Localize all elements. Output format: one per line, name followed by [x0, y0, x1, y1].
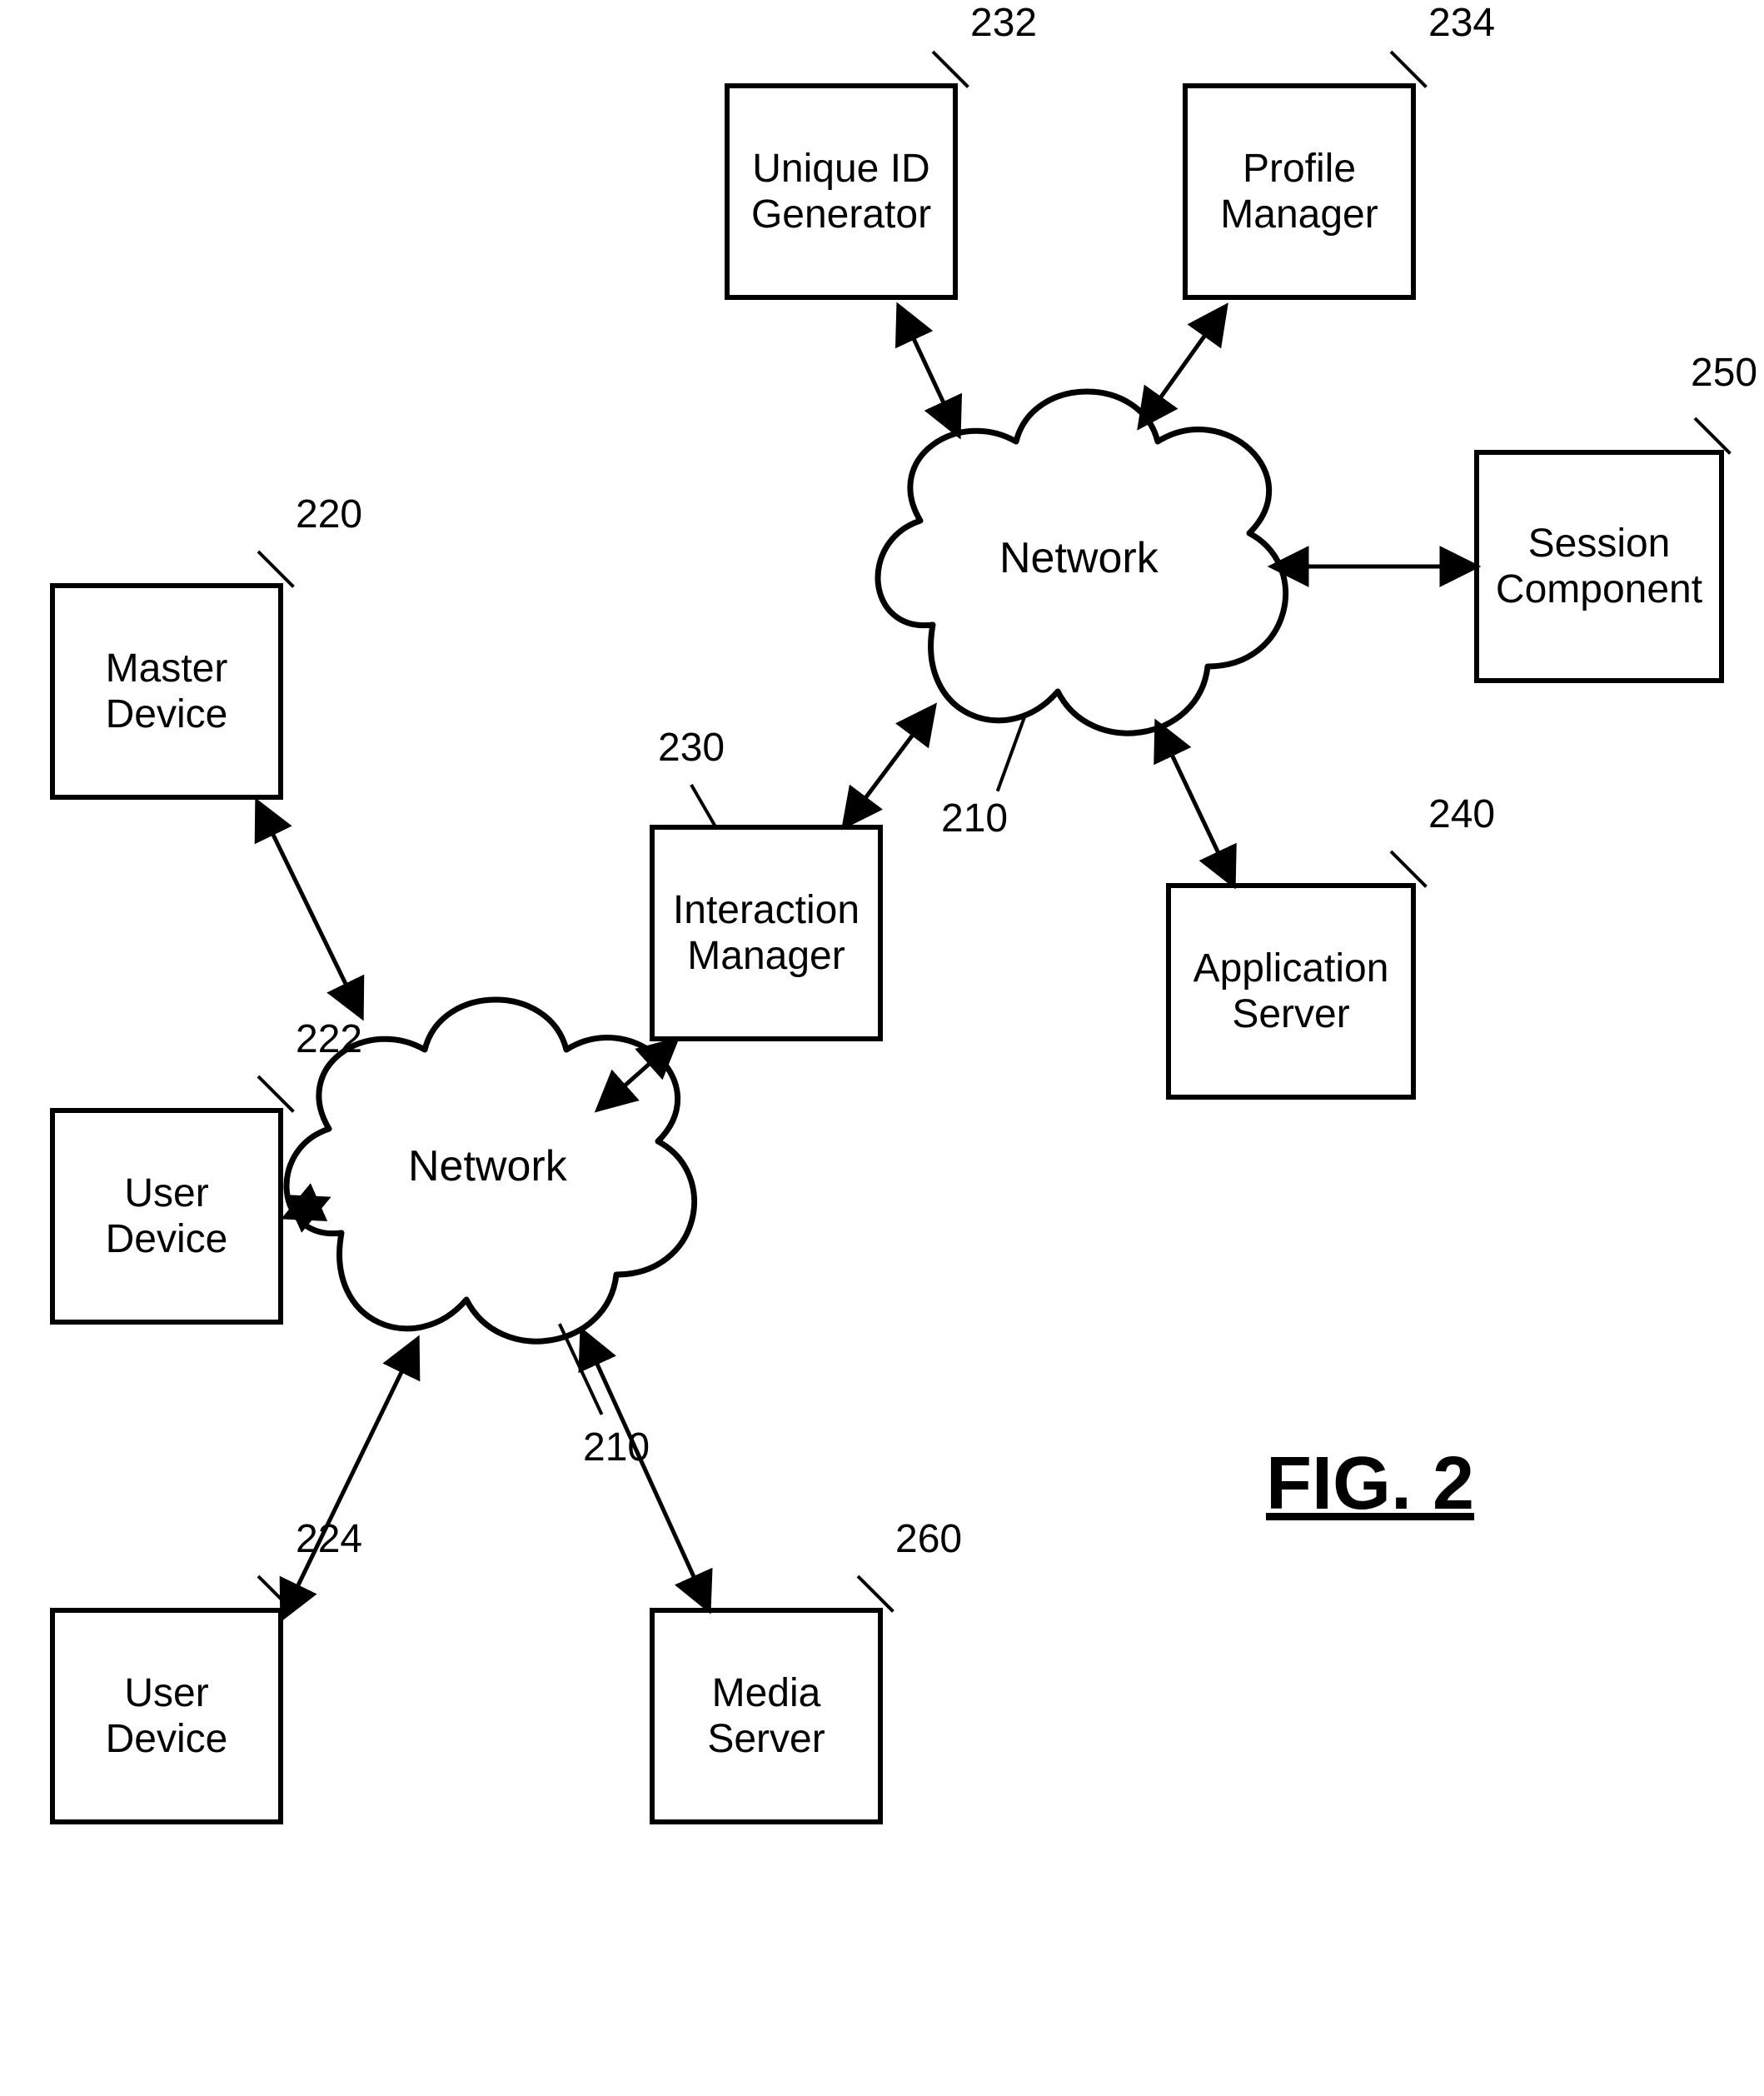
interaction-manager-ref: 230: [658, 725, 725, 771]
media-server-ref: 260: [895, 1516, 962, 1562]
application-server-line1: Application: [1193, 946, 1389, 991]
profile-manager-line2: Manager: [1220, 192, 1378, 237]
diagram-canvas: Network 210 Network 210 Master Device 22…: [0, 0, 1764, 2096]
interaction-manager-leader: [690, 784, 717, 829]
media-server-line2: Server: [707, 1716, 825, 1762]
user-device-1-line2: Device: [106, 1216, 228, 1262]
unique-id-generator-line1: Unique ID: [752, 146, 929, 192]
user-device-2-line1: User: [124, 1670, 208, 1716]
media-server-line1: Media: [712, 1670, 821, 1716]
unique-id-generator-ref: 232: [970, 0, 1037, 46]
interaction-manager-line1: Interaction: [673, 887, 860, 933]
unique-id-generator-line2: Generator: [751, 192, 931, 237]
application-server-ref: 240: [1428, 791, 1495, 837]
profile-manager-ref: 234: [1428, 0, 1495, 46]
unique-id-generator-box: Unique ID Generator: [725, 83, 958, 300]
session-component-box: Session Component: [1474, 450, 1724, 683]
session-component-line2: Component: [1496, 566, 1702, 612]
user-device-1-ref: 222: [296, 1016, 362, 1062]
user-device-2-box: User Device: [50, 1608, 283, 1824]
user-device-2-line2: Device: [106, 1716, 228, 1762]
network-left-label: Network: [408, 1141, 567, 1191]
profile-manager-box: Profile Manager: [1183, 83, 1416, 300]
master-device-line2: Device: [106, 691, 228, 737]
profile-manager-line1: Profile: [1243, 146, 1356, 192]
network-right-ref: 210: [941, 796, 1008, 841]
network-right-label: Network: [999, 533, 1159, 583]
figure-label: FIG. 2: [1266, 1441, 1474, 1527]
user-device-2-ref: 224: [296, 1516, 362, 1562]
application-server-box: Application Server: [1166, 883, 1416, 1100]
interaction-manager-box: Interaction Manager: [650, 825, 883, 1041]
master-device-line1: Master: [106, 646, 228, 691]
user-device-1-line1: User: [124, 1170, 208, 1216]
session-component-ref: 250: [1691, 350, 1757, 396]
master-device-ref: 220: [296, 492, 362, 537]
application-server-line2: Server: [1232, 991, 1349, 1037]
network-left-ref: 210: [583, 1425, 650, 1470]
user-device-1-box: User Device: [50, 1108, 283, 1325]
session-component-line1: Session: [1528, 521, 1671, 566]
interaction-manager-line2: Manager: [687, 933, 845, 979]
master-device-box: Master Device: [50, 583, 283, 800]
media-server-box: Media Server: [650, 1608, 883, 1824]
